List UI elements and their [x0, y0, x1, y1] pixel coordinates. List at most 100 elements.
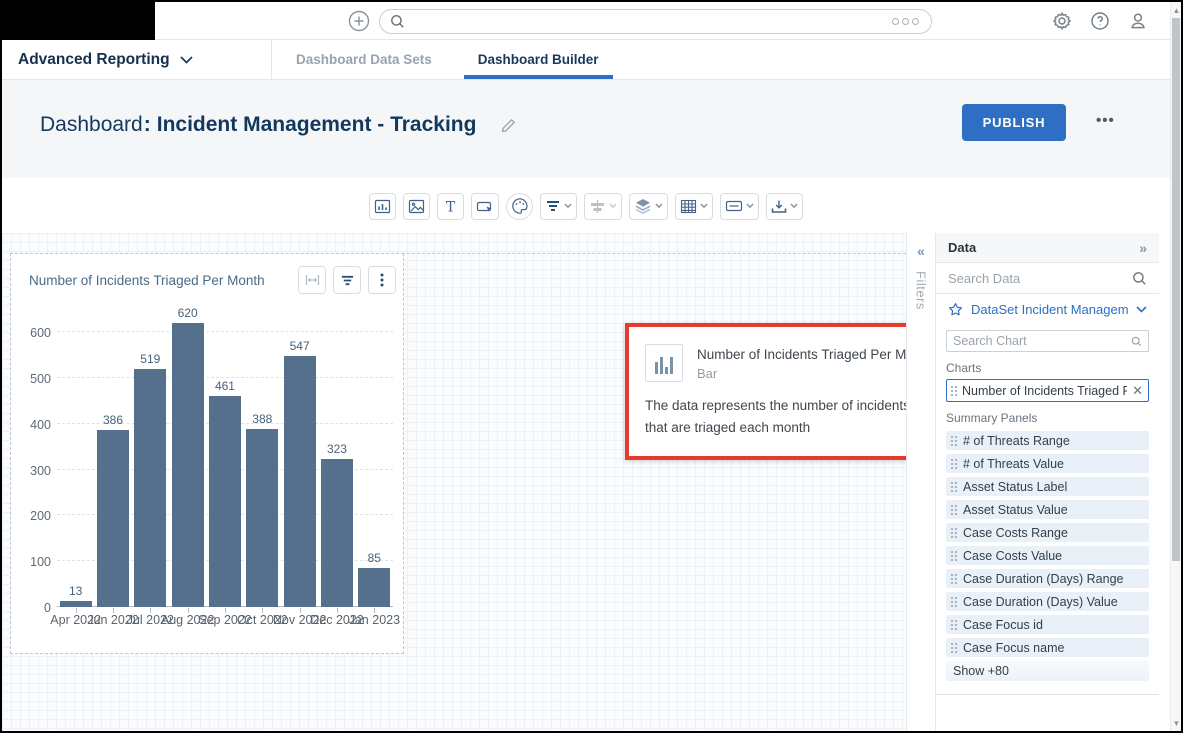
chart-widget[interactable]: Number of Incidents Triaged Per Month — [10, 253, 404, 654]
tab-dashboard-builder[interactable]: Dashboard Builder — [476, 40, 601, 79]
summary-panel-item[interactable]: # of Threats Value — [946, 454, 1149, 473]
summary-panel-item[interactable]: Asset Status Label — [946, 477, 1149, 496]
chart-info-card: Number of Incidents Triaged Per Month Ba… — [625, 323, 906, 460]
title-name: Incident Management - Tracking — [157, 113, 477, 137]
add-button-button[interactable] — [471, 193, 499, 220]
drag-handle-icon[interactable] — [950, 550, 957, 561]
collapse-left-icon[interactable]: « — [917, 243, 925, 259]
drag-handle-icon[interactable] — [950, 458, 957, 469]
selection-guide-line — [402, 253, 906, 254]
bar-value-label: 519 — [140, 352, 160, 366]
dataset-selector[interactable]: DataSet Incident Management ... — [936, 294, 1159, 325]
tab-dashboard-data-sets[interactable]: Dashboard Data Sets — [294, 40, 434, 79]
bar — [321, 459, 353, 607]
layers-dropdown-button[interactable] — [629, 193, 668, 220]
chevron-down-icon — [700, 203, 708, 209]
plus-icon[interactable] — [347, 9, 371, 33]
text-icon: T — [442, 198, 459, 215]
gear-icon[interactable] — [1051, 11, 1072, 32]
page-header: Dashboard : Incident Management - Tracki… — [2, 80, 1170, 178]
drag-handle-icon[interactable] — [950, 596, 957, 607]
widget-filter-button[interactable] — [333, 266, 361, 294]
align-icon — [589, 199, 606, 214]
global-search[interactable] — [379, 9, 932, 34]
y-axis-tick-label: 400 — [13, 418, 51, 432]
search-data-input[interactable] — [948, 271, 1132, 286]
palette-icon — [511, 197, 529, 215]
publish-button[interactable]: PUBLISH — [962, 104, 1066, 141]
summary-panel-item[interactable]: Case Focus id — [946, 615, 1149, 634]
scroll-up-icon[interactable]: ▲ — [1171, 3, 1182, 17]
resize-width-button[interactable] — [298, 266, 326, 294]
panel-dropdown-button[interactable] — [720, 193, 759, 220]
page-title: Dashboard : Incident Management - Tracki… — [40, 113, 516, 137]
app-window: Advanced Reporting Dashboard Data Sets D… — [0, 0, 1183, 733]
dataset-label: DataSet Incident Management ... — [971, 302, 1128, 317]
summary-panel-item[interactable]: # of Threats Range — [946, 431, 1149, 450]
add-text-button[interactable]: T — [437, 193, 464, 220]
drag-handle-icon[interactable] — [950, 481, 957, 492]
scroll-down-icon[interactable]: ▼ — [1171, 716, 1182, 730]
theme-button[interactable] — [506, 193, 533, 220]
show-more-button[interactable]: Show +80 — [946, 661, 1149, 681]
summary-panel-item[interactable]: Case Costs Range — [946, 523, 1149, 542]
drag-handle-icon[interactable] — [950, 435, 957, 446]
edit-pencil-icon[interactable] — [501, 118, 516, 133]
table-icon — [680, 199, 697, 214]
filter-dropdown-button[interactable] — [540, 193, 577, 220]
summary-panel-item[interactable]: Asset Status Value — [946, 500, 1149, 519]
summary-panel-label: Case Focus id — [963, 618, 1043, 632]
drag-handle-icon[interactable] — [950, 504, 957, 515]
resize-width-icon — [305, 274, 320, 286]
filters-rail: « Filters — [906, 233, 936, 731]
user-icon[interactable] — [1127, 11, 1148, 32]
selected-chart-item[interactable]: Number of Incidents Triaged P... ✕ — [946, 379, 1149, 402]
x-axis-labels: Apr 2022Jun 2022Jul 2022Aug 2022Sep 2022… — [57, 613, 393, 631]
drag-handle-icon[interactable] — [950, 619, 957, 630]
info-card-subtitle: Bar — [697, 366, 906, 381]
svg-text:T: T — [446, 199, 456, 215]
summary-panel-label: Asset Status Value — [963, 503, 1068, 517]
star-icon[interactable] — [948, 302, 963, 317]
summary-panel-item[interactable]: Case Costs Value — [946, 546, 1149, 565]
dashboard-canvas[interactable]: Number of Incidents Triaged Per Month — [2, 233, 906, 731]
chevron-down-icon — [1136, 306, 1147, 313]
ellipsis-icon[interactable] — [892, 18, 919, 25]
add-chart-button[interactable] — [369, 193, 396, 220]
y-axis-tick-label: 600 — [13, 326, 51, 340]
widget-menu-button[interactable] — [368, 266, 396, 294]
global-search-input[interactable] — [412, 14, 892, 29]
search-chart-input[interactable] — [953, 334, 1131, 348]
drag-handle-icon[interactable] — [950, 642, 957, 653]
bar-value-label: 547 — [290, 339, 310, 353]
drag-handle-icon[interactable] — [950, 573, 957, 584]
summary-panel-item[interactable]: Case Duration (Days) Value — [946, 592, 1149, 611]
help-icon[interactable] — [1089, 11, 1110, 32]
bar-value-label: 386 — [103, 413, 123, 427]
scrollbar-thumb[interactable] — [1172, 18, 1180, 561]
collapse-right-icon[interactable]: » — [1139, 240, 1147, 256]
remove-icon[interactable]: ✕ — [1132, 384, 1143, 397]
panel-divider — [936, 694, 1159, 695]
bar — [284, 356, 316, 607]
app-switcher[interactable]: Advanced Reporting — [2, 40, 272, 79]
summary-panel-label: Asset Status Label — [963, 480, 1067, 494]
more-options-icon[interactable]: ••• — [1096, 112, 1115, 129]
export-dropdown-button[interactable] — [766, 193, 803, 220]
summary-panel-item[interactable]: Case Duration (Days) Range — [946, 569, 1149, 588]
bar — [209, 396, 241, 607]
search-chart-box[interactable] — [946, 330, 1149, 352]
export-icon — [771, 199, 787, 214]
add-image-button[interactable] — [403, 193, 430, 220]
bar-value-label: 85 — [368, 551, 381, 565]
vertical-scrollbar[interactable]: ▲ ▼ — [1170, 2, 1181, 731]
align-dropdown-button[interactable] — [584, 193, 622, 220]
drag-handle-icon[interactable] — [950, 385, 957, 396]
bar — [97, 430, 129, 607]
drag-handle-icon[interactable] — [950, 527, 957, 538]
summary-panel-item[interactable]: Case Focus name — [946, 638, 1149, 657]
table-dropdown-button[interactable] — [675, 193, 713, 220]
kebab-menu-icon — [380, 273, 384, 287]
filters-rail-label[interactable]: Filters — [914, 271, 929, 310]
chevron-down-icon — [790, 203, 798, 209]
